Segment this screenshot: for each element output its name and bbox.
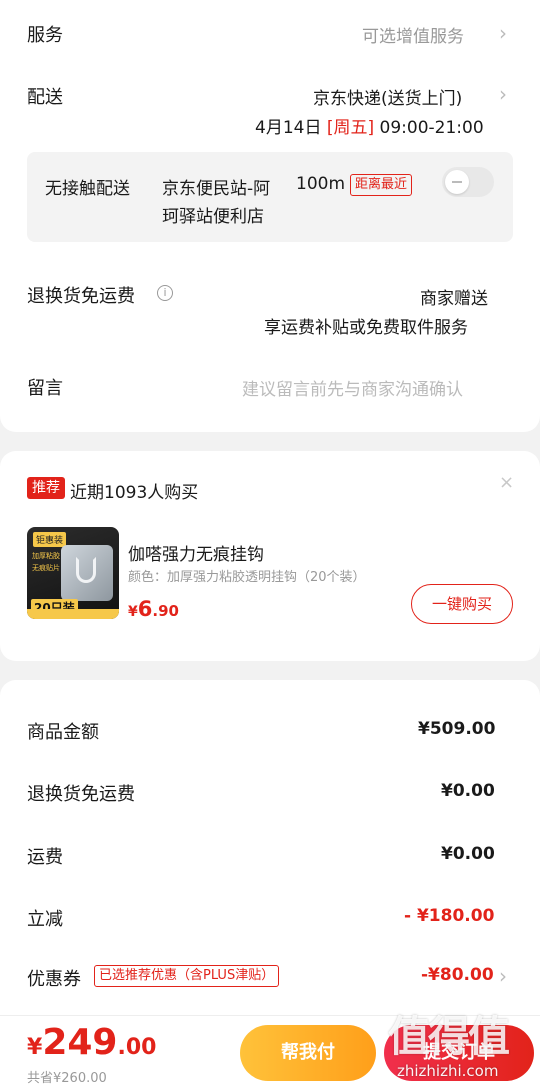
message-input[interactable]: 建议留言前先与商家沟通确认 — [242, 375, 463, 400]
delivery-date: 4月14日 — [255, 118, 322, 138]
recommend-badge: 推荐 — [27, 477, 65, 499]
price-symbol: ¥ — [128, 604, 138, 620]
message-label: 留言 — [27, 378, 63, 399]
coupon-chevron-icon[interactable]: › — [499, 964, 507, 988]
delivery-weekday: [周五] — [326, 118, 375, 138]
total-int: 249 — [42, 1022, 118, 1063]
recommend-title: 近期1093人购买 — [70, 483, 199, 503]
delivery-label: 配送 — [27, 87, 63, 108]
delivery-method[interactable]: 京东快递(送货上门) — [313, 84, 462, 109]
service-label: 服务 — [27, 25, 63, 46]
summary-row-label: 运费 — [27, 847, 63, 868]
close-icon[interactable]: × — [499, 472, 514, 493]
summary-row-label: 退换货免运费 — [27, 784, 135, 805]
return-shipping-label: 退换货免运费 — [27, 286, 135, 307]
price-dec: .90 — [152, 602, 179, 620]
summary-row-value: ¥0.00 — [441, 781, 495, 801]
thumb-line2: 无痕贴片 — [32, 564, 60, 572]
coupon-label: 优惠券 — [27, 969, 81, 990]
product-price: ¥6.90 — [128, 597, 179, 621]
summary-row-value: ¥509.00 — [418, 719, 496, 739]
summary-row-label: 立减 — [27, 909, 63, 930]
price-int: 6 — [137, 597, 153, 621]
service-value[interactable]: 可选增值服务 — [362, 22, 464, 47]
summary-row-value: ¥0.00 — [441, 844, 495, 864]
thumb-badge: 钜惠装 — [33, 532, 67, 547]
thumb-line1: 加厚粘胶 — [32, 552, 60, 560]
product-spec: 颜色：加厚强力粘胶透明挂钩（20个装） — [128, 570, 366, 585]
delivery-time: 4月14日 [周五] 09:00-21:00 — [255, 113, 484, 138]
thumb-bottom-band — [27, 609, 119, 619]
contactless-toggle[interactable] — [442, 167, 494, 197]
product-name[interactable]: 伽嗒强力无痕挂钩 — [128, 540, 264, 565]
coupon-value[interactable]: -¥80.00 — [421, 965, 494, 985]
saved-amount: 共省¥260.00 — [27, 1071, 107, 1086]
return-shipping-value: 商家赠送 — [420, 289, 488, 309]
coupon-tag[interactable]: 已选推荐优惠（含PLUS津贴） — [94, 965, 280, 987]
pickup-station-line1: 京东便民站-阿 — [162, 179, 271, 199]
station-distance: 100m — [296, 174, 346, 194]
watermark-logo: 值得值 — [388, 1012, 510, 1061]
hook-icon — [76, 557, 96, 583]
discount-value: - ¥180.00 — [404, 906, 495, 926]
total-dec: .00 — [117, 1035, 157, 1060]
help-me-pay-button[interactable]: 帮我付 — [240, 1025, 376, 1081]
info-icon[interactable]: i — [157, 285, 173, 301]
total-symbol: ¥ — [27, 1035, 43, 1060]
contactless-label: 无接触配送 — [45, 179, 130, 199]
watermark-url: zhizhizhi.com — [397, 1062, 499, 1080]
nearest-tag: 距离最近 — [350, 174, 413, 196]
product-thumbnail[interactable]: 钜惠装 加厚粘胶 无痕贴片 20只装 — [27, 527, 119, 619]
service-chevron-icon[interactable]: › — [499, 21, 507, 45]
delivery-chevron-icon[interactable]: › — [499, 82, 507, 106]
pickup-station-line2: 珂驿站便利店 — [162, 207, 264, 227]
return-shipping-desc: 享运费补贴或免费取件服务 — [264, 318, 468, 338]
toggle-knob — [445, 170, 469, 194]
total-price: ¥249.00 — [27, 1022, 156, 1063]
summary-row-label: 商品金额 — [27, 722, 99, 743]
one-click-buy-button[interactable]: 一键购买 — [411, 584, 513, 624]
delivery-time-range: 09:00-21:00 — [379, 118, 484, 138]
